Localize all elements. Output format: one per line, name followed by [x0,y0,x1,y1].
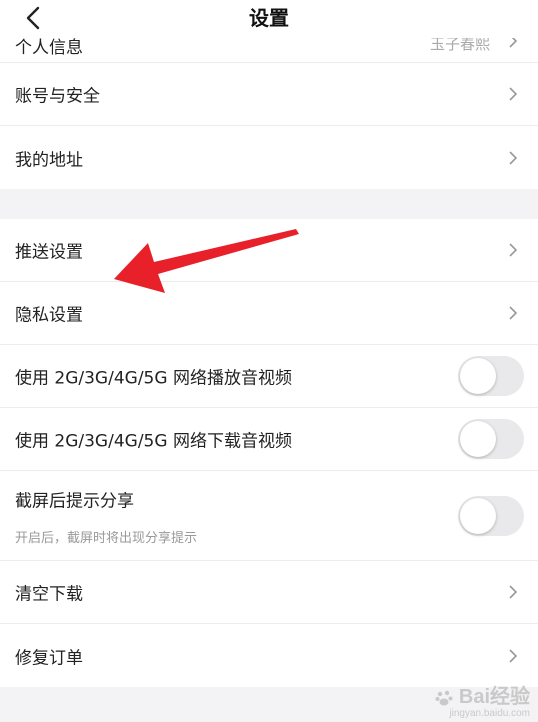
settings-item-clear-downloads[interactable]: 清空下载 [0,561,538,624]
toggle-knob [460,358,496,394]
chevron-right-icon [509,648,518,663]
chevron-right-icon [509,87,518,101]
baidu-paw-icon [435,690,453,706]
red-arrow-annotation [114,229,299,293]
watermark-logo: Bai经验 [435,686,530,708]
settings-item-play-mobile-network: 使用 2G/3G/4G/5G 网络播放音视频 [0,345,538,408]
chevron-right-icon [509,243,518,257]
screenshot-share-toggle[interactable] [458,495,524,536]
settings-item-label: 使用 2G/3G/4G/5G 网络播放音视频 [15,368,292,389]
settings-item-label: 我的地址 [15,150,83,170]
page-title: 设置 [249,6,289,30]
settings-item-screenshot-share: 截屏后提示分享 开启后，截屏时将出现分享提示 [0,471,538,561]
settings-item-label: 修复订单 [15,648,83,668]
settings-item-account-security[interactable]: 账号与安全 [0,63,538,126]
play-mobile-network-toggle[interactable] [458,356,524,396]
settings-item-label: 清空下载 [15,584,83,605]
toggle-knob [460,421,496,457]
settings-item-download-mobile-network: 使用 2G/3G/4G/5G 网络下载音视频 [0,408,538,471]
settings-item-my-address[interactable]: 我的地址 [0,126,538,189]
chevron-right-icon [509,585,518,599]
watermark-url: jingyan.baidu.com [449,708,530,719]
settings-item-label: 推送设置 [15,242,83,263]
settings-item-hint: 开启后，截屏时将出现分享提示 [15,531,198,546]
chevron-right-icon [509,150,518,165]
nav-bar: 设置 [0,0,538,38]
settings-item-label: 隐私设置 [15,305,83,326]
chevron-right-icon [509,306,518,320]
settings-item-repair-orders[interactable]: 修复订单 [0,624,538,687]
settings-item-label: 使用 2G/3G/4G/5G 网络下载音视频 [15,431,292,452]
watermark: Bai经验 jingyan.baidu.com [435,686,530,720]
download-mobile-network-toggle[interactable] [458,419,524,459]
settings-item-label: 账号与安全 [15,86,100,107]
toggle-knob [460,497,496,534]
settings-group-account: 个人信息 玉子春熙 账号与安全 我的地址 [0,19,538,189]
watermark-text: Bai经验 [458,686,530,708]
settings-item-label: 截屏后提示分享 [15,491,134,512]
